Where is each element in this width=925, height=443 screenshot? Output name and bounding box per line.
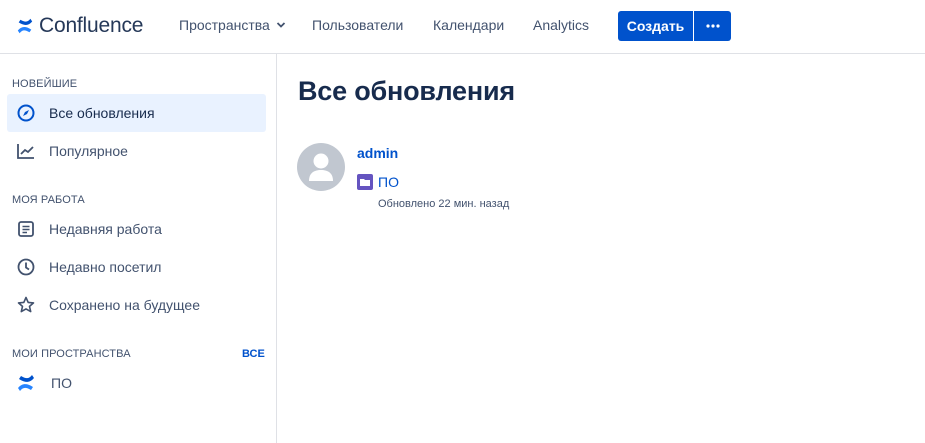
nav-analytics[interactable]: Analytics: [533, 17, 589, 33]
folder-icon: [357, 174, 373, 190]
document-icon: [18, 221, 34, 237]
sidebar-item-label: Недавно посетил: [49, 259, 162, 275]
chevron-down-icon: [276, 22, 285, 28]
avatar[interactable]: [297, 143, 345, 191]
nav-people[interactable]: Пользователи: [312, 17, 403, 33]
sidebar-item-label: Сохранено на будущее: [49, 297, 200, 313]
user-avatar-icon: [309, 153, 333, 181]
section-newest-title: НОВЕЙШИЕ: [12, 78, 78, 90]
nav-calendars[interactable]: Календари: [433, 17, 504, 33]
all-spaces-link[interactable]: ВСЕ: [242, 348, 265, 360]
star-icon: [17, 296, 35, 313]
sidebar-item-label: Популярное: [49, 143, 128, 159]
more-dots-icon: [705, 24, 720, 28]
sidebar-item-saved-for-later[interactable]: Сохранено на будущее: [7, 286, 266, 324]
top-navigation-bar: Confluence Пространства Пользователи Кал…: [0, 0, 925, 54]
sidebar-item-space-po[interactable]: ПО: [7, 364, 266, 402]
section-my-spaces-title: МОИ ПРОСТРАНСТВА: [12, 348, 131, 360]
sidebar: НОВЕЙШИЕ Все обновления Популярное МОЯ Р…: [0, 54, 277, 443]
main-content: Все обновления admin ПО Обновлено 22 мин…: [278, 54, 925, 443]
sidebar-item-recently-visited[interactable]: Недавно посетил: [7, 248, 266, 286]
feed-space-link[interactable]: ПО: [357, 174, 399, 190]
nav-spaces-label: Пространства: [179, 17, 270, 33]
confluence-space-icon: [18, 375, 34, 391]
feed-author-link[interactable]: admin: [357, 145, 398, 161]
sidebar-item-popular[interactable]: Популярное: [7, 132, 266, 170]
confluence-logo[interactable]: Confluence: [16, 14, 143, 38]
confluence-logo-icon: [17, 18, 33, 34]
sidebar-item-all-updates[interactable]: Все обновления: [7, 94, 266, 132]
create-more-button[interactable]: [694, 11, 731, 41]
sidebar-item-label: Недавняя работа: [49, 221, 162, 237]
compass-icon: [17, 104, 35, 122]
feed-space-name: ПО: [378, 174, 399, 190]
section-my-work-title: МОЯ РАБОТА: [12, 194, 85, 206]
create-button[interactable]: Создать: [618, 11, 693, 41]
app-name: Confluence: [39, 14, 144, 37]
page-title: Все обновления: [298, 76, 515, 106]
sidebar-item-label: Все обновления: [49, 105, 155, 121]
clock-icon: [17, 258, 35, 276]
sidebar-item-label: ПО: [51, 375, 72, 391]
nav-spaces[interactable]: Пространства: [179, 17, 286, 33]
feed-updated-time: Обновлено 22 мин. назад: [378, 198, 510, 210]
trending-chart-icon: [17, 144, 34, 159]
sidebar-item-recent-work[interactable]: Недавняя работа: [7, 210, 266, 248]
